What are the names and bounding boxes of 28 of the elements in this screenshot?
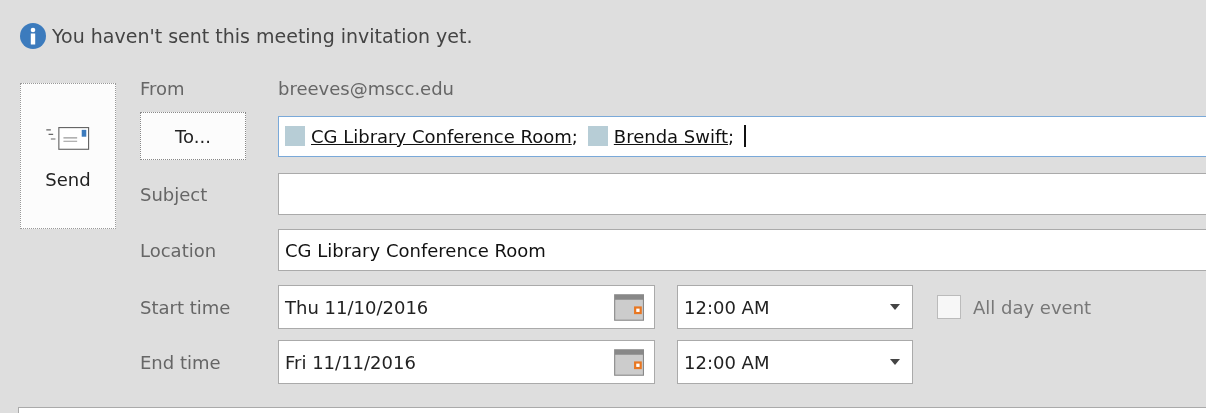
send-button[interactable]: Send: [20, 83, 116, 229]
date-field[interactable]: Fri 11/11/2016: [278, 340, 655, 384]
recipient-link[interactable]: Brenda Swift: [613, 125, 729, 147]
time-label: End time: [140, 351, 222, 373]
subject-field[interactable]: [278, 173, 1206, 215]
from-address: breeves@mscc.edu: [278, 77, 455, 99]
recipient-link[interactable]: CG Library Conference Room: [311, 125, 572, 147]
all-day-checkbox[interactable]: [937, 295, 961, 319]
date-field[interactable]: Thu 11/10/2016: [278, 285, 655, 329]
calendar-icon[interactable]: [613, 347, 644, 377]
from-label: From: [140, 77, 186, 99]
time-dropdown[interactable]: 12:00 AM: [677, 340, 913, 384]
info-icon: [20, 22, 46, 49]
dropdown-arrow-icon[interactable]: [890, 359, 900, 365]
time-label: Start time: [140, 296, 232, 318]
subject-label: Subject: [140, 183, 209, 205]
text-cursor: [744, 125, 747, 147]
time-dropdown[interactable]: 12:00 AM: [677, 285, 913, 329]
info-message: You haven't sent this meeting invitation yet.: [52, 24, 473, 47]
dropdown-arrow-icon[interactable]: [890, 304, 900, 310]
location-field[interactable]: CG Library Conference Room: [278, 229, 1206, 271]
to-button[interactable]: To...: [140, 112, 246, 160]
location-label: Location: [140, 239, 218, 261]
to-field[interactable]: CG Library Conference Room; Brenda Swift;: [278, 115, 1206, 157]
calendar-icon[interactable]: [613, 292, 644, 322]
separator: ;: [728, 125, 735, 147]
all-day-label: All day event: [973, 296, 1092, 318]
separator: ;: [571, 125, 578, 147]
